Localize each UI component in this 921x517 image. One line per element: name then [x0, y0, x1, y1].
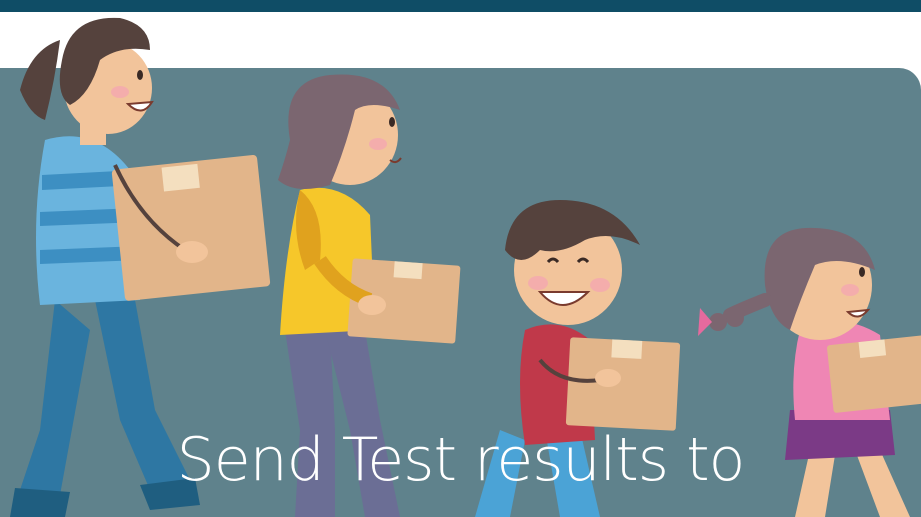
- hero-headline: Send Test results to: [176, 425, 746, 495]
